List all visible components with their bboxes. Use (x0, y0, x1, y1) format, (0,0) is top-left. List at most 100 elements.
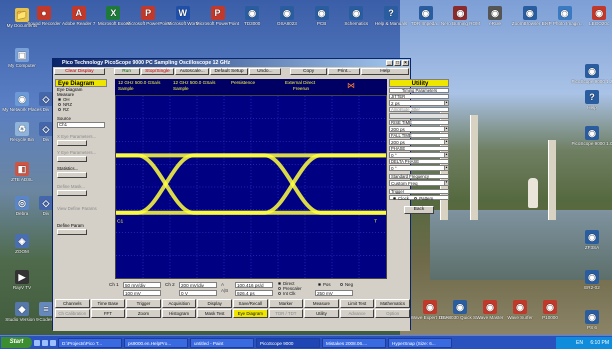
ch2-offset-input[interactable]: 0 V (179, 290, 217, 296)
task-button-d-projects-pico-t[interactable]: D:\Projects\Pico T... (58, 337, 122, 348)
statistics-button[interactable] (57, 172, 87, 178)
tab-measure[interactable]: Measure (304, 299, 339, 308)
spinner-icon[interactable]: ▴ (444, 165, 448, 170)
desktop-icon-help[interactable]: ? Help (570, 90, 612, 110)
tab-time-base[interactable]: Time Base (90, 299, 126, 308)
tab-display[interactable]: Display (197, 299, 232, 308)
task-button-untitled-paint[interactable]: untitled - Paint (190, 337, 254, 348)
tab-save-recall[interactable]: Save/Recall (232, 299, 268, 308)
tab-histogram[interactable]: Histogram (161, 309, 197, 318)
desktop-icon-zoom[interactable]: ◈ ZOOM (0, 234, 44, 254)
spinner-icon[interactable]: ▴ (444, 152, 448, 157)
tab-advance[interactable]: Advance (339, 309, 375, 318)
desktop-icon-label: Codes (39, 317, 53, 322)
tab-option[interactable]: Option (375, 309, 410, 318)
delay-input[interactable]: 926.4 ps (235, 290, 273, 296)
run-button[interactable]: Run (113, 68, 140, 75)
desktop-icon-my-computer[interactable]: ▣ My Computer (0, 48, 44, 68)
trigger-intclk-radio[interactable]: Int Clk (275, 291, 295, 296)
slope-neg-radio[interactable]: Neg (337, 282, 353, 287)
back-button[interactable]: Back (404, 206, 434, 214)
define-param-button[interactable] (57, 229, 87, 235)
desktop-icon-zte-adsl[interactable]: ◧ ZTE ADSL (0, 162, 44, 182)
clock-radio[interactable]: Clock (393, 196, 409, 201)
copy-button[interactable]: Copy (289, 68, 328, 75)
x-eye-params-button[interactable] (57, 140, 87, 146)
stop-single-button[interactable]: Stop/Single (140, 68, 175, 75)
desktop-icon-picoscope-9000-1-0[interactable]: ◉ PicoScope 9000 1.0 (570, 126, 612, 146)
spinner-icon[interactable]: ▴ (444, 139, 448, 144)
window-title: Pico Technology PicoScope 9000 PC Sampli… (62, 60, 231, 66)
tab-zoom[interactable]: Zoom (126, 309, 161, 318)
task-button-mistakes-2008-06[interactable]: Mistakes 2008.06.... (322, 337, 386, 348)
desktop-icon-zf3sa[interactable]: ◉ ZF3SA (570, 230, 612, 250)
picoscope-window[interactable]: Pico Technology PicoScope 9000 PC Sampli… (52, 58, 449, 331)
field-input-delta-phase[interactable]: 0 ° ▴ (389, 165, 449, 171)
tab-trigger[interactable]: Trigger (126, 299, 161, 308)
help-button[interactable]: Help (361, 68, 409, 75)
clear-display-button[interactable]: Clear Display (54, 68, 105, 75)
tab-acquisition[interactable]: Acquisition (161, 299, 197, 308)
tab-channels[interactable]: Channels (55, 299, 90, 308)
app-icon: ◉ (245, 6, 260, 20)
minimize-button[interactable]: _ (386, 60, 393, 66)
eye-diagram-plot[interactable]: C1 T (115, 95, 387, 279)
measure-rz-radio[interactable]: RZ (55, 107, 107, 112)
quicklaunch-icon[interactable] (34, 339, 40, 346)
desktop-icon-lego20c[interactable]: ◉ LEGO20c (577, 6, 612, 26)
desktop-icon-er2-02[interactable]: ◉ ER2-02 (570, 270, 612, 290)
header-ch2-rate: 12 GHz 500.0 GSa/s (173, 80, 216, 85)
y-eye-params-button[interactable] (57, 156, 87, 162)
spinner-icon[interactable]: ▴ (444, 126, 448, 131)
field-input-fall-time[interactable]: 200 ps ▴ (389, 139, 449, 145)
wallpaper-column (548, 140, 556, 220)
tab-utility[interactable]: Utility (304, 309, 339, 318)
spinner-icon[interactable]: ▴ (444, 100, 448, 105)
desktop-icon-label: ZF3SA (584, 245, 600, 250)
tab-mask-test[interactable]: Mask Test (197, 309, 232, 318)
slope-pos-radio[interactable]: Pos (315, 282, 331, 287)
field-input-rise-time[interactable]: 200 ps ▴ (389, 126, 449, 132)
desktop-icon-picoscope-9000-1-2[interactable]: ◉ PicoScope 9000 1.2 (570, 64, 612, 84)
task-button-ps9000-en-helppro[interactable]: ps9000.en.HelpPro... (124, 337, 188, 348)
undo-button[interactable]: Undo... (248, 68, 281, 75)
desktop-icon-ps-6[interactable]: ◉ PS 6 (570, 310, 612, 330)
task-button-hypersnap-size-6[interactable]: HyperSnap (Size: 6... (388, 337, 452, 348)
pattern-radio[interactable]: Pattern (414, 196, 433, 201)
header-freerun: Freerun (293, 86, 310, 91)
maximize-button[interactable]: □ (394, 60, 401, 66)
ch1-scale-input[interactable]: 50 mV/div (123, 282, 161, 288)
tab-tdr-tdt[interactable]: TDR / TDT (268, 309, 304, 318)
quicklaunch-icon[interactable] (50, 339, 56, 346)
quicklaunch-icon[interactable] (42, 339, 48, 346)
desktop-icon-rayv-tv[interactable]: ▶ RayV TV (0, 270, 44, 290)
timebase-input[interactable]: 100.416 ps/d (235, 282, 273, 288)
tab-marker[interactable]: Marker (268, 299, 304, 308)
source-select[interactable]: Ch1 (57, 122, 105, 128)
task-button-picoscope-9000[interactable]: PicoScope 9000 (256, 337, 320, 348)
field-input-jitter[interactable]: 2 ps ▴ (389, 100, 449, 106)
define-mask-button[interactable] (57, 190, 87, 196)
field-label-phase: PHASE (389, 146, 449, 151)
autoscale-button[interactable]: Autoscale... (175, 68, 210, 75)
tab-eye-diagram[interactable]: Eye Diagram (232, 309, 268, 318)
standard-freq-select[interactable]: Custom Freq ▾ (389, 180, 449, 186)
ch2-scale-input[interactable]: 200 mV/div (179, 282, 217, 288)
language-indicator[interactable]: EN (576, 340, 583, 346)
close-button[interactable]: × (402, 60, 409, 66)
field-input-phase[interactable]: 0 ° ▴ (389, 152, 449, 158)
define-param-label: Define Param (57, 223, 84, 228)
tab-mathematics[interactable]: Mathematics (375, 299, 410, 308)
tab-fft[interactable]: FFT (90, 309, 126, 318)
window-titlebar[interactable]: Pico Technology PicoScope 9000 PC Sampli… (53, 59, 410, 67)
trigger-level-input[interactable]: 250 mV (315, 290, 353, 296)
start-button[interactable]: Start (1, 337, 32, 348)
tab-limit-test[interactable]: Limit Test (339, 299, 375, 308)
print-button[interactable]: Print... (328, 68, 361, 75)
tab-ch-calibration[interactable]: Ch Calibration (55, 309, 90, 318)
amplitude-jitter-input[interactable] (389, 113, 449, 119)
desktop-icon-p10000[interactable]: ◉ P10000 (528, 300, 572, 320)
default-setup-button[interactable]: Default Setup (210, 68, 248, 75)
ch1-offset-input[interactable]: 100 mV (123, 290, 161, 296)
wallpaper-column (470, 115, 478, 220)
